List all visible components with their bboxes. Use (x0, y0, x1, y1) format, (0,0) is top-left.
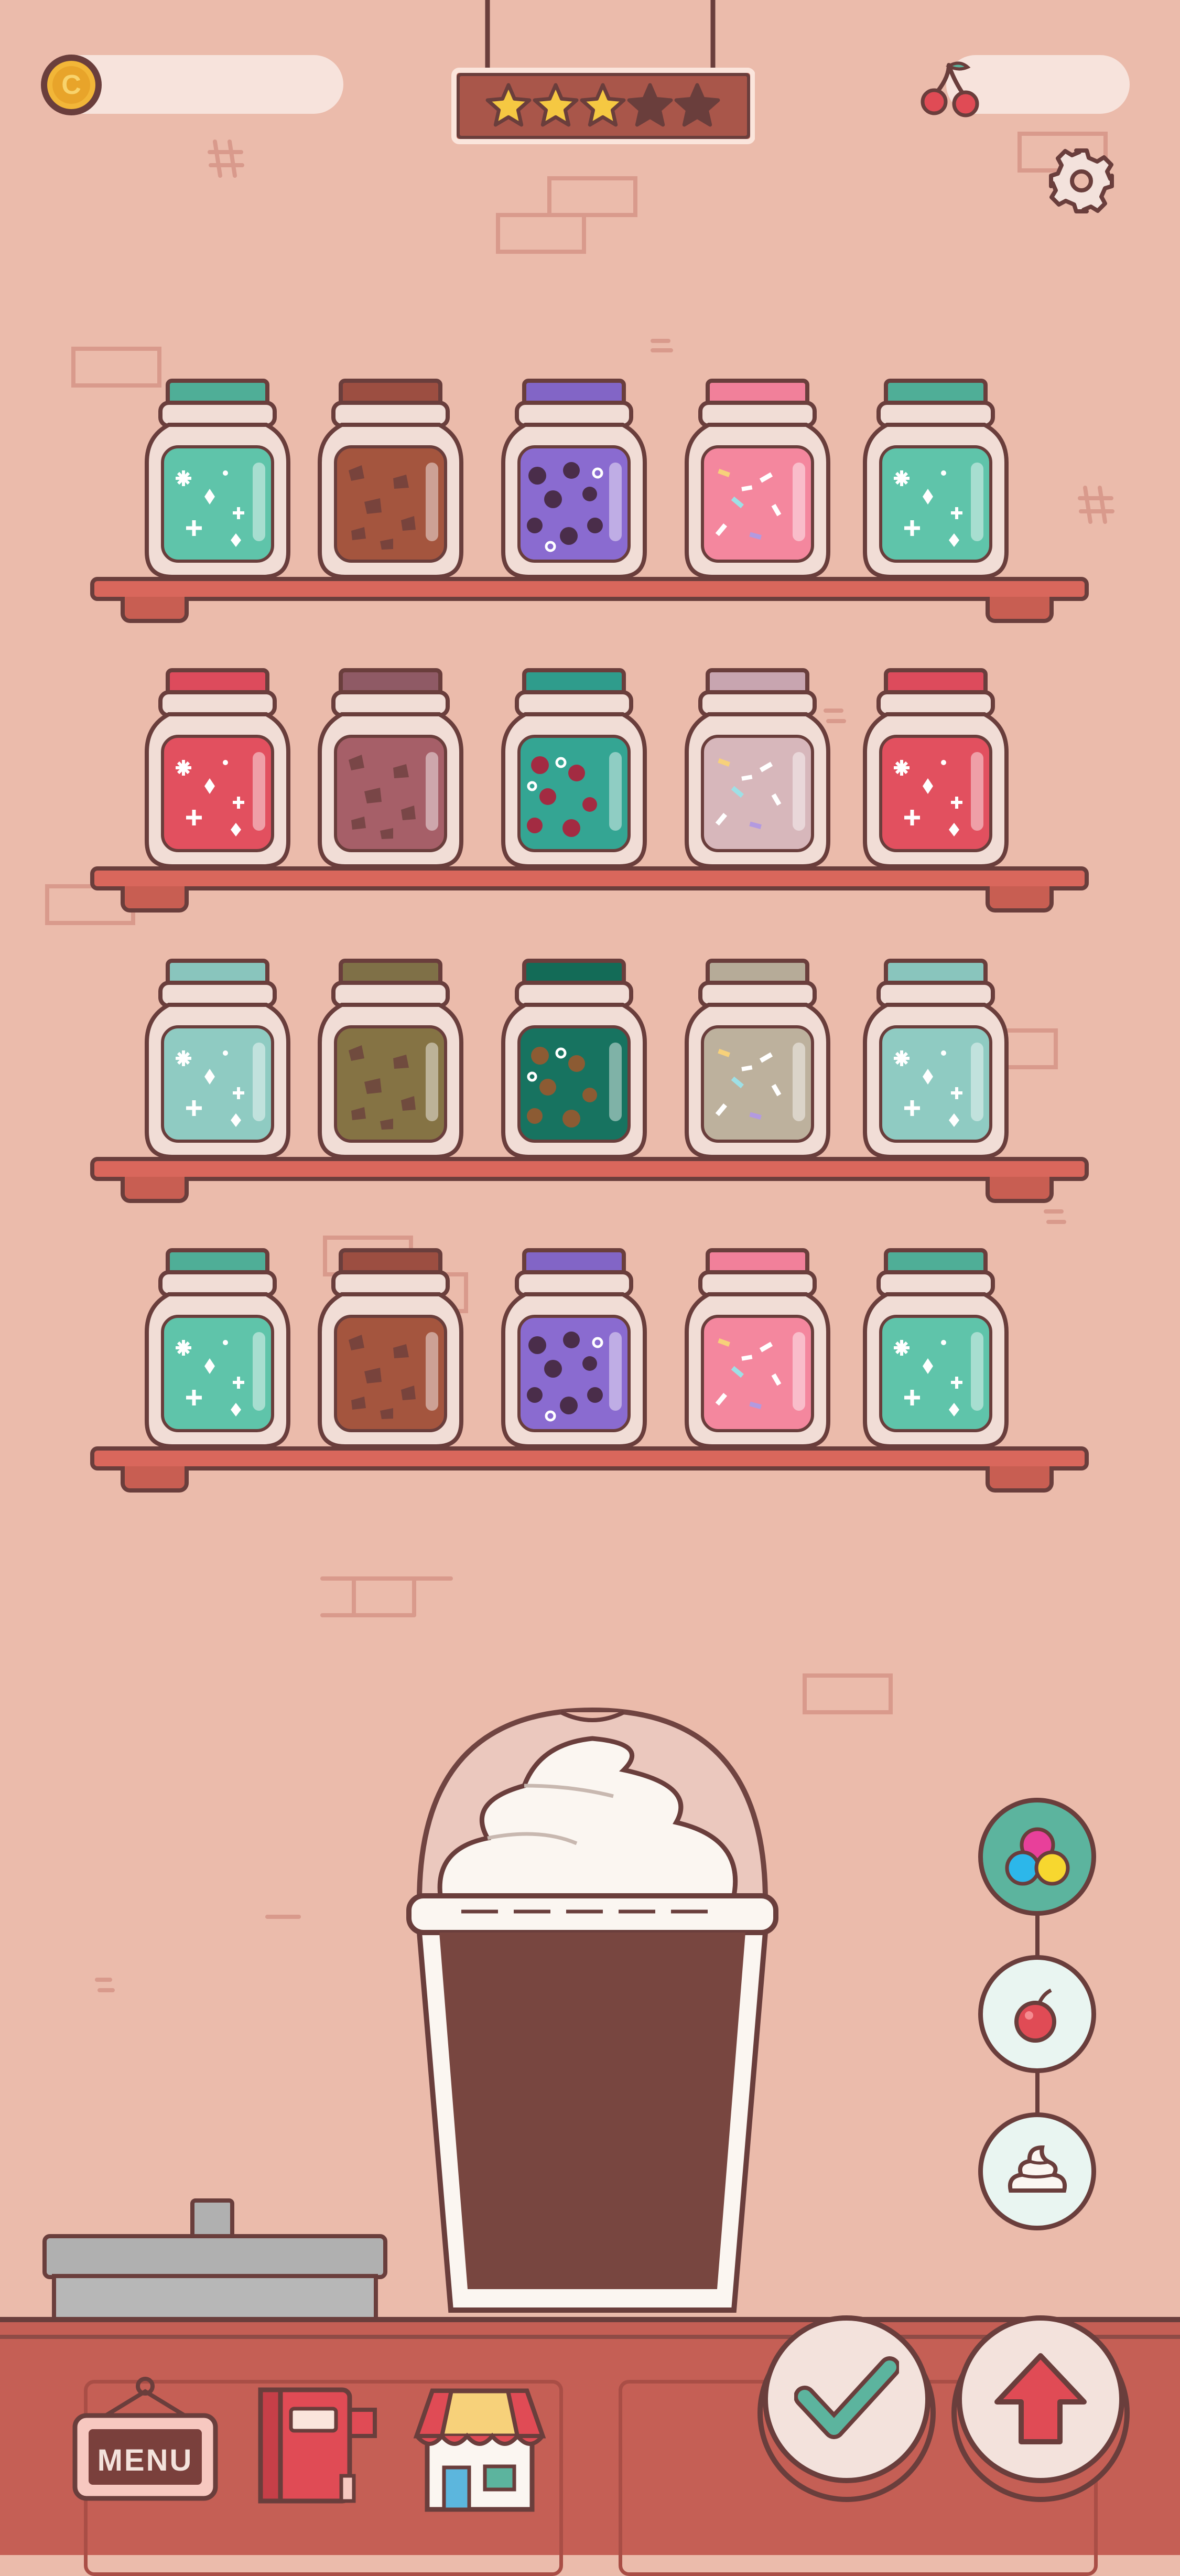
ingredient-jar[interactable] (142, 668, 294, 873)
ingredient-jar[interactable] (498, 379, 650, 583)
ingredient-jar[interactable] (860, 668, 1012, 873)
ingredient-jar[interactable] (681, 668, 833, 873)
whipped-cream-topping-icon (1008, 2145, 1067, 2193)
menu-sign-icon (72, 2377, 218, 2501)
ingredient-jar[interactable] (315, 668, 467, 873)
shop-button[interactable] (412, 2384, 548, 2515)
ingredient-tray[interactable] (39, 2197, 391, 2323)
menu-button[interactable]: MENU (71, 2376, 220, 2502)
star-rating-sign (451, 0, 755, 144)
ingredient-jar[interactable] (142, 959, 294, 1163)
game-scene: C MENU (0, 0, 1180, 2576)
coin-icon: C (41, 55, 102, 115)
shelf-bracket (121, 886, 189, 913)
gumballs-topping-button[interactable] (978, 1798, 1096, 1916)
ingredient-jar[interactable] (142, 1248, 294, 1453)
shelf-bracket (121, 1466, 189, 1493)
ingredient-jar[interactable] (315, 959, 467, 1163)
shelf-bracket (121, 1177, 189, 1203)
shelf-bracket (986, 597, 1054, 623)
ingredient-jar[interactable] (315, 379, 467, 583)
shelf-bracket (986, 1466, 1054, 1493)
cherry-topping-icon (1014, 1988, 1056, 2043)
ingredient-jar[interactable] (860, 1248, 1012, 1453)
menu-label: MENU (97, 2443, 193, 2477)
checkmark-icon (794, 2356, 899, 2439)
ingredient-jar[interactable] (860, 959, 1012, 1163)
upgrade-button[interactable] (957, 2315, 1124, 2483)
whipped-cream-topping-button[interactable] (978, 2112, 1096, 2230)
cherry-icon (921, 61, 979, 117)
confirm-button[interactable] (763, 2315, 930, 2483)
recipe-book-button[interactable] (254, 2384, 383, 2507)
cherry-topping-button[interactable] (978, 1955, 1096, 2073)
ingredient-jar[interactable] (315, 1248, 467, 1453)
up-arrow-icon (994, 2353, 1087, 2444)
shelf-bracket (986, 886, 1054, 913)
ingredient-jar[interactable] (860, 379, 1012, 583)
shelf-bracket (986, 1177, 1054, 1203)
coin-letter: C (61, 70, 81, 100)
ingredient-jar[interactable] (681, 959, 833, 1163)
ingredient-jar[interactable] (681, 379, 833, 583)
ingredient-jar[interactable] (681, 1248, 833, 1453)
settings-gear-icon[interactable] (1042, 142, 1121, 220)
gumballs-topping-icon (1005, 1827, 1069, 1885)
ingredient-jar[interactable] (498, 959, 650, 1163)
drink-cup[interactable] (404, 1707, 781, 2321)
ingredient-jar[interactable] (142, 379, 294, 583)
ingredient-jar[interactable] (498, 668, 650, 873)
ingredient-jar[interactable] (498, 1248, 650, 1453)
shelf-bracket (121, 597, 189, 623)
